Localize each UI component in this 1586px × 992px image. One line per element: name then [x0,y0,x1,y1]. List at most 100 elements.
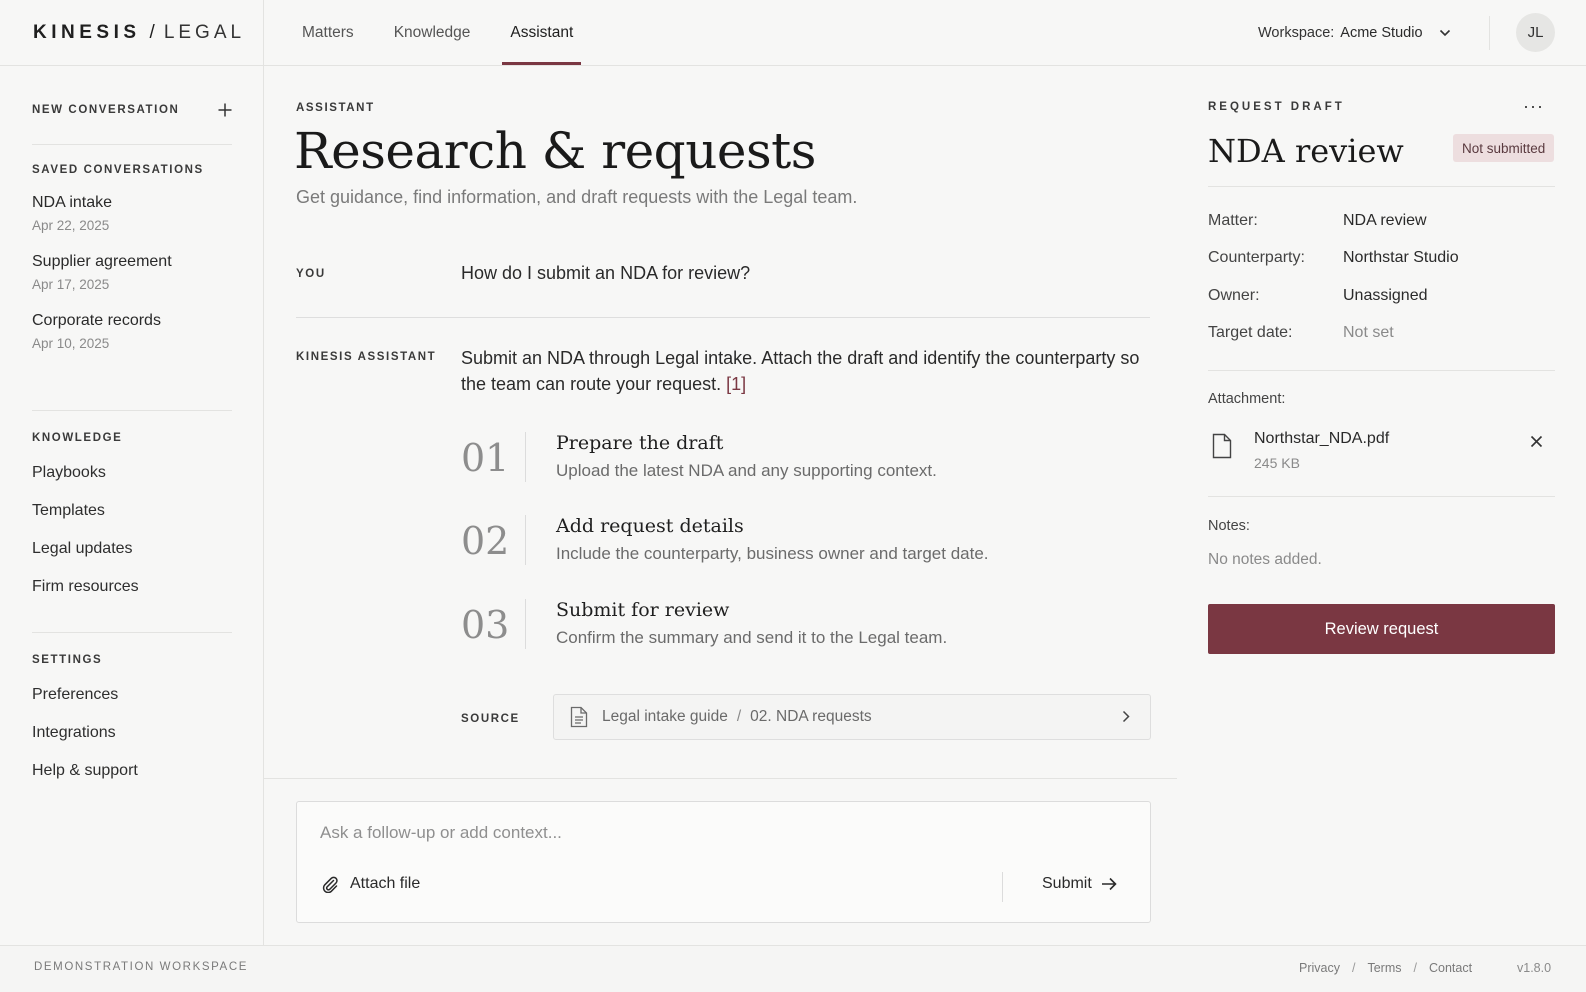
field-key: Matter: [1208,212,1258,229]
review-request-button[interactable]: Review request [1208,604,1555,654]
footer-link-terms[interactable]: Terms [1367,961,1401,975]
brand-separator: / [149,21,155,43]
conversation-date: Apr 10, 2025 [32,336,110,351]
settings-section: SETTINGS Preferences Integrations Help &… [32,654,232,798]
sidebar-item-playbooks[interactable]: Playbooks [32,462,232,500]
conversation-title: Corporate records [32,312,161,329]
saved-conversation-item[interactable]: Corporate records Apr 10, 2025 [32,312,232,351]
field-key: Target date: [1208,324,1293,341]
page-eyebrow: ASSISTANT [296,102,375,114]
step-number: 02 [461,519,510,563]
step-number: 01 [461,436,510,480]
tab-knowledge[interactable]: Knowledge [374,0,491,65]
sidebar-divider [32,632,232,633]
step-divider [525,515,526,565]
step-item: 01 Prepare the draft Upload the latest N… [461,432,1161,484]
sidebar-item-templates[interactable]: Templates [32,500,232,538]
footer-separator: / [1413,961,1417,975]
request-draft-panel: REQUEST DRAFT ··· NDA review Not submitt… [1177,66,1586,945]
step-item: 02 Add request details Include the count… [461,515,1161,567]
step-title: Add request details [556,515,744,537]
sidebar-divider [32,410,232,411]
submit-button[interactable]: Submit [1042,875,1117,893]
sidebar-item-help-support[interactable]: Help & support [32,760,232,798]
arrow-right-icon [1101,877,1117,891]
topbar-divider [1489,16,1490,50]
sidebar-divider [32,144,232,145]
footer: DEMONSTRATION WORKSPACE Privacy / Terms … [0,945,1586,992]
step-description: Include the counterparty, business owner… [556,544,989,563]
field-key: Owner: [1208,287,1260,304]
panel-divider [1208,186,1555,187]
paperclip-icon [322,876,338,893]
main-nav: Matters Knowledge Assistant [282,0,593,65]
sidebar-item-legal-updates[interactable]: Legal updates [32,538,232,576]
attachment-size: 245 KB [1254,455,1300,471]
composer-action-divider [1002,872,1003,902]
attach-file-button[interactable]: Attach file [321,875,420,893]
saved-conversations-section: SAVED CONVERSATIONS NDA intake Apr 22, 2… [32,164,232,371]
panel-title: NDA review [1208,132,1404,170]
saved-conversation-item[interactable]: Supplier agreement Apr 17, 2025 [32,253,232,292]
source-link[interactable]: Legal intake guide / 02. NDA requests [553,694,1151,740]
new-conversation-button[interactable]: NEW CONVERSATION [32,96,232,124]
version-label: v1.8.0 [1517,961,1552,975]
citation-link[interactable]: [1] [726,374,746,394]
tab-matters[interactable]: Matters [282,0,374,65]
field-value: NDA review [1343,212,1427,229]
step-number: 03 [461,603,510,647]
field-key: Counterparty: [1208,249,1305,266]
footer-links: Privacy / Terms / Contact [1299,961,1472,975]
sidebar-item-preferences[interactable]: Preferences [32,684,232,722]
attachment-label: Attachment: [1208,391,1286,407]
source-label: SOURCE [461,713,520,725]
settings-heading: SETTINGS [32,654,103,666]
more-options-icon[interactable]: ··· [1523,96,1544,117]
saved-conversation-item[interactable]: NDA intake Apr 22, 2025 [32,194,232,233]
panel-divider [1208,370,1555,371]
file-icon [1212,433,1232,459]
brand-primary: KINESIS [33,21,141,43]
footer-link-contact[interactable]: Contact [1429,961,1472,975]
chevron-down-icon [1439,29,1450,36]
composer: Attach file Submit [296,801,1151,923]
brand-logo[interactable]: KINESIS / LEGAL [0,0,264,65]
user-avatar[interactable]: JL [1516,13,1555,52]
saved-conversations-heading: SAVED CONVERSATIONS [32,164,204,176]
plus-icon [218,103,232,117]
step-title: Submit for review [556,599,730,621]
conversation-date: Apr 17, 2025 [32,277,110,292]
panel-eyebrow: REQUEST DRAFT [1208,101,1345,113]
tab-assistant[interactable]: Assistant [490,0,593,65]
assistant-main: ASSISTANT Research & requests Get guidan… [264,66,1177,945]
submit-label: Submit [1042,875,1092,892]
assistant-label: KINESIS ASSISTANT [296,351,437,363]
conversation-title: NDA intake [32,194,113,211]
source-separator: / [736,708,742,725]
assistant-answer: Submit an NDA through Legal intake. Atta… [461,345,1141,397]
attachment-item[interactable]: Northstar_NDA.pdf 245 KB [1208,430,1555,474]
workspace-selector[interactable]: Workspace: Acme Studio [1258,0,1451,65]
footer-link-privacy[interactable]: Privacy [1299,961,1340,975]
assistant-answer-text: Submit an NDA through Legal intake. Atta… [461,348,1140,394]
follow-up-input[interactable] [320,820,1100,846]
attach-file-label: Attach file [350,875,421,892]
workspace-value: Acme Studio [1340,24,1423,41]
field-value: Not set [1343,324,1394,341]
step-item: 03 Submit for review Confirm the summary… [461,599,1161,651]
notes-value: No notes added. [1208,551,1322,568]
knowledge-heading: KNOWLEDGE [32,432,123,444]
conversation-date: Apr 22, 2025 [32,218,110,233]
sidebar-item-integrations[interactable]: Integrations [32,722,232,760]
chevron-right-icon [1122,710,1130,723]
footer-workspace-label: DEMONSTRATION WORKSPACE [34,961,248,973]
you-label: YOU [296,268,326,280]
close-icon[interactable] [1530,435,1543,448]
brand-secondary: LEGAL [163,21,246,43]
source-document: Legal intake guide [602,708,728,725]
sidebar-item-firm-resources[interactable]: Firm resources [32,576,232,614]
top-bar: KINESIS / LEGAL Matters Knowledge Assist… [0,0,1586,66]
message-divider [296,317,1150,318]
document-icon [570,706,588,728]
step-divider [525,432,526,482]
